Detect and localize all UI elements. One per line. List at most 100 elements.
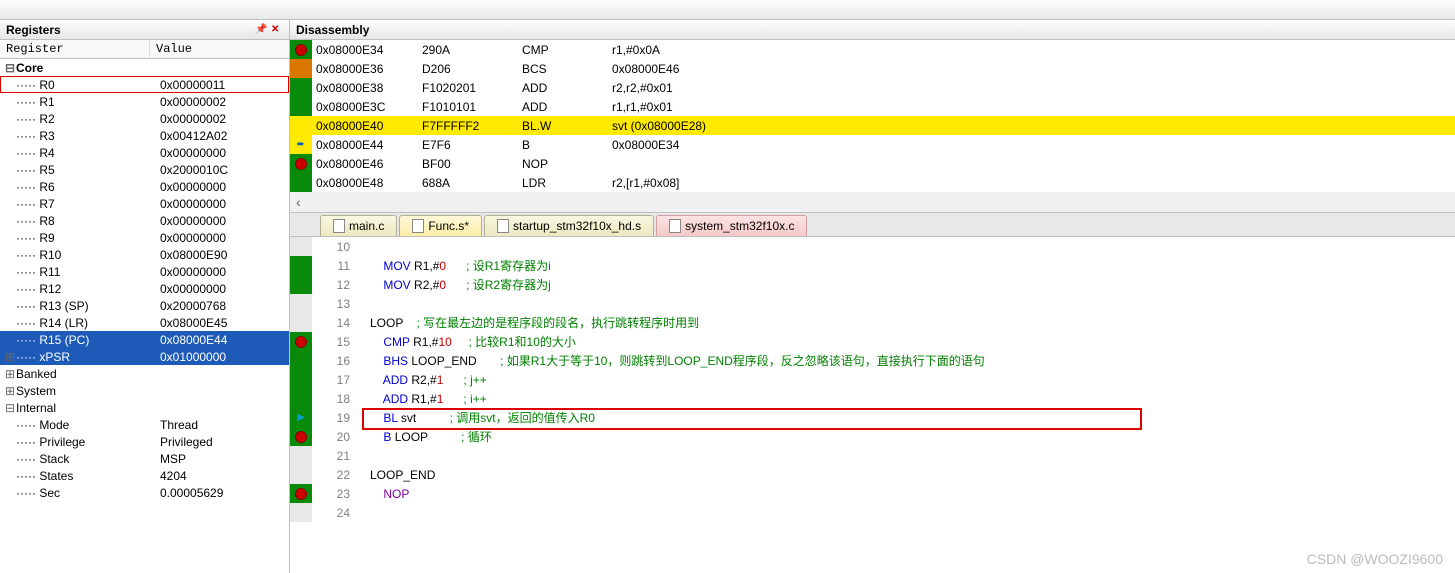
code-editor[interactable]: 1011 MOV R1,#0 ; 设R1寄存器为i12 MOV R2,#0 ; … (290, 237, 1455, 573)
register-row[interactable]: ····· R40x00000000 (0, 144, 289, 161)
register-row[interactable]: ····· R15 (PC)0x08000E44 (0, 331, 289, 348)
disasm-row[interactable]: 0x08000E3CF1010101ADDr1,r1,#0x01 (290, 97, 1455, 116)
code-gutter[interactable] (290, 389, 312, 408)
line-number: 11 (312, 259, 362, 273)
registers-panel: Registers 📌 ✕ Register Value ⊟Core ·····… (0, 20, 290, 573)
register-row[interactable]: ····· R70x00000000 (0, 195, 289, 212)
register-row[interactable]: ····· R14 (LR)0x08000E45 (0, 314, 289, 331)
code-gutter[interactable] (290, 294, 312, 313)
disasm-row[interactable]: 0x08000E40F7FFFFF2BL.Wsvt (0x08000E28) (290, 116, 1455, 135)
close-icon[interactable]: ✕ (271, 24, 283, 36)
register-row[interactable]: ⊟Internal (0, 399, 289, 416)
disasm-operands: svt (0x08000E28) (612, 119, 1455, 133)
code-line[interactable]: 14LOOP ; 写在最左边的是程序段的段名，执行跳转程序时用到 (290, 313, 1455, 332)
code-gutter[interactable] (290, 503, 312, 522)
code-text: NOP (362, 487, 1455, 501)
code-gutter[interactable] (290, 465, 312, 484)
disassembly-list[interactable]: 0x08000E34290ACMPr1,#0x0A0x08000E36D206B… (290, 40, 1455, 192)
code-line[interactable]: 20 B LOOP ; 循环 (290, 427, 1455, 446)
disasm-row[interactable]: 0x08000E48688ALDRr2,[r1,#0x08] (290, 173, 1455, 192)
code-gutter[interactable] (290, 237, 312, 256)
register-row[interactable]: ····· R100x08000E90 (0, 246, 289, 263)
code-gutter[interactable]: ▶ (290, 408, 312, 427)
disasm-address: 0x08000E48 (312, 176, 422, 190)
code-line[interactable]: 11 MOV R1,#0 ; 设R1寄存器为i (290, 256, 1455, 275)
code-line[interactable]: 18 ADD R1,#1 ; i++ (290, 389, 1455, 408)
code-line[interactable]: 17 ADD R2,#1 ; j++ (290, 370, 1455, 389)
code-text: B LOOP ; 循环 (362, 428, 1455, 445)
breakpoint-icon[interactable] (295, 431, 307, 443)
code-gutter[interactable] (290, 256, 312, 275)
line-number: 19 (312, 411, 362, 425)
code-line[interactable]: 22LOOP_END (290, 465, 1455, 484)
breakpoint-icon[interactable] (295, 336, 307, 348)
breakpoint-icon[interactable] (295, 44, 307, 56)
code-line[interactable]: 12 MOV R2,#0 ; 设R2寄存器为j (290, 275, 1455, 294)
code-gutter[interactable] (290, 313, 312, 332)
code-gutter[interactable] (290, 332, 312, 351)
disasm-address: 0x08000E34 (312, 43, 422, 57)
register-row[interactable]: ····· R90x00000000 (0, 229, 289, 246)
code-line[interactable]: 10 (290, 237, 1455, 256)
code-line[interactable]: ▶19 BL svt ; 调用svt，返回的值传入R0 (290, 408, 1455, 427)
disasm-operands: r2,r2,#0x01 (612, 81, 1455, 95)
disasm-row[interactable]: ➨0x08000E44E7F6B0x08000E34 (290, 135, 1455, 154)
register-row[interactable]: ····· Sec0.00005629 (0, 484, 289, 501)
register-row[interactable]: ····· R80x00000000 (0, 212, 289, 229)
register-row[interactable]: ····· R50x2000010C (0, 161, 289, 178)
code-line[interactable]: 23 NOP (290, 484, 1455, 503)
code-line[interactable]: 16 BHS LOOP_END ; 如果R1大于等于10，则跳转到LOOP_EN… (290, 351, 1455, 370)
disasm-row[interactable]: 0x08000E38F1020201ADDr2,r2,#0x01 (290, 78, 1455, 97)
gutter: ➨ (290, 135, 312, 154)
register-row[interactable]: ⊟Core (0, 59, 289, 76)
register-row[interactable]: ⊞System (0, 382, 289, 399)
gutter (290, 78, 312, 97)
register-row[interactable]: ····· R00x00000011 (0, 76, 289, 93)
register-row[interactable]: ····· R20x00000002 (0, 110, 289, 127)
registers-tree[interactable]: ⊟Core ····· R00x00000011 ····· R10x00000… (0, 59, 289, 573)
code-text: ADD R2,#1 ; j++ (362, 373, 1455, 387)
breakpoint-icon[interactable] (295, 158, 307, 170)
code-line[interactable]: 15 CMP R1,#10 ; 比较R1和10的大小 (290, 332, 1455, 351)
line-number: 22 (312, 468, 362, 482)
register-row[interactable]: ····· R120x00000000 (0, 280, 289, 297)
disasm-bytes: F1010101 (422, 100, 522, 114)
disasm-mnemonic: BCS (522, 62, 612, 76)
code-gutter[interactable] (290, 275, 312, 294)
code-line[interactable]: 13 (290, 294, 1455, 313)
tab-func-s-[interactable]: Func.s* (399, 215, 482, 236)
main-toolbar[interactable] (0, 0, 1455, 20)
code-line[interactable]: 24 (290, 503, 1455, 522)
code-text: CMP R1,#10 ; 比较R1和10的大小 (362, 333, 1455, 350)
register-row[interactable]: ⊞ ····· xPSR0x01000000 (0, 348, 289, 365)
register-row[interactable]: ····· R60x00000000 (0, 178, 289, 195)
disasm-row[interactable]: 0x08000E46BF00NOP (290, 154, 1455, 173)
register-row[interactable]: ····· StackMSP (0, 450, 289, 467)
register-row[interactable]: ····· R110x00000000 (0, 263, 289, 280)
register-row[interactable]: ····· ModeThread (0, 416, 289, 433)
code-text: LOOP ; 写在最左边的是程序段的段名，执行跳转程序时用到 (362, 314, 1455, 331)
register-row[interactable]: ····· R13 (SP)0x20000768 (0, 297, 289, 314)
code-gutter[interactable] (290, 427, 312, 446)
register-row[interactable]: ····· PrivilegePrivileged (0, 433, 289, 450)
tab-startup-stm32f10x-hd-s[interactable]: startup_stm32f10x_hd.s (484, 215, 654, 236)
disasm-row[interactable]: 0x08000E34290ACMPr1,#0x0A (290, 40, 1455, 59)
line-number: 21 (312, 449, 362, 463)
code-gutter[interactable] (290, 370, 312, 389)
code-gutter[interactable] (290, 446, 312, 465)
tab-system-stm32f10x-c[interactable]: system_stm32f10x.c (656, 215, 807, 236)
register-row[interactable]: ····· States4204 (0, 467, 289, 484)
register-row[interactable]: ····· R30x00412A02 (0, 127, 289, 144)
register-row[interactable]: ⊞Banked (0, 365, 289, 382)
code-text: MOV R2,#0 ; 设R2寄存器为j (362, 276, 1455, 293)
code-line[interactable]: 21 (290, 446, 1455, 465)
code-gutter[interactable] (290, 484, 312, 503)
scroll-left-icon[interactable]: ‹ (290, 192, 1455, 212)
breakpoint-icon[interactable] (295, 488, 307, 500)
register-row[interactable]: ····· R10x00000002 (0, 93, 289, 110)
code-gutter[interactable] (290, 351, 312, 370)
pin-icon[interactable]: 📌 (255, 24, 267, 36)
tab-main-c[interactable]: main.c (320, 215, 397, 236)
disasm-row[interactable]: 0x08000E36D206BCS0x08000E46 (290, 59, 1455, 78)
watermark: CSDN @WOOZI9600 (1307, 551, 1443, 567)
